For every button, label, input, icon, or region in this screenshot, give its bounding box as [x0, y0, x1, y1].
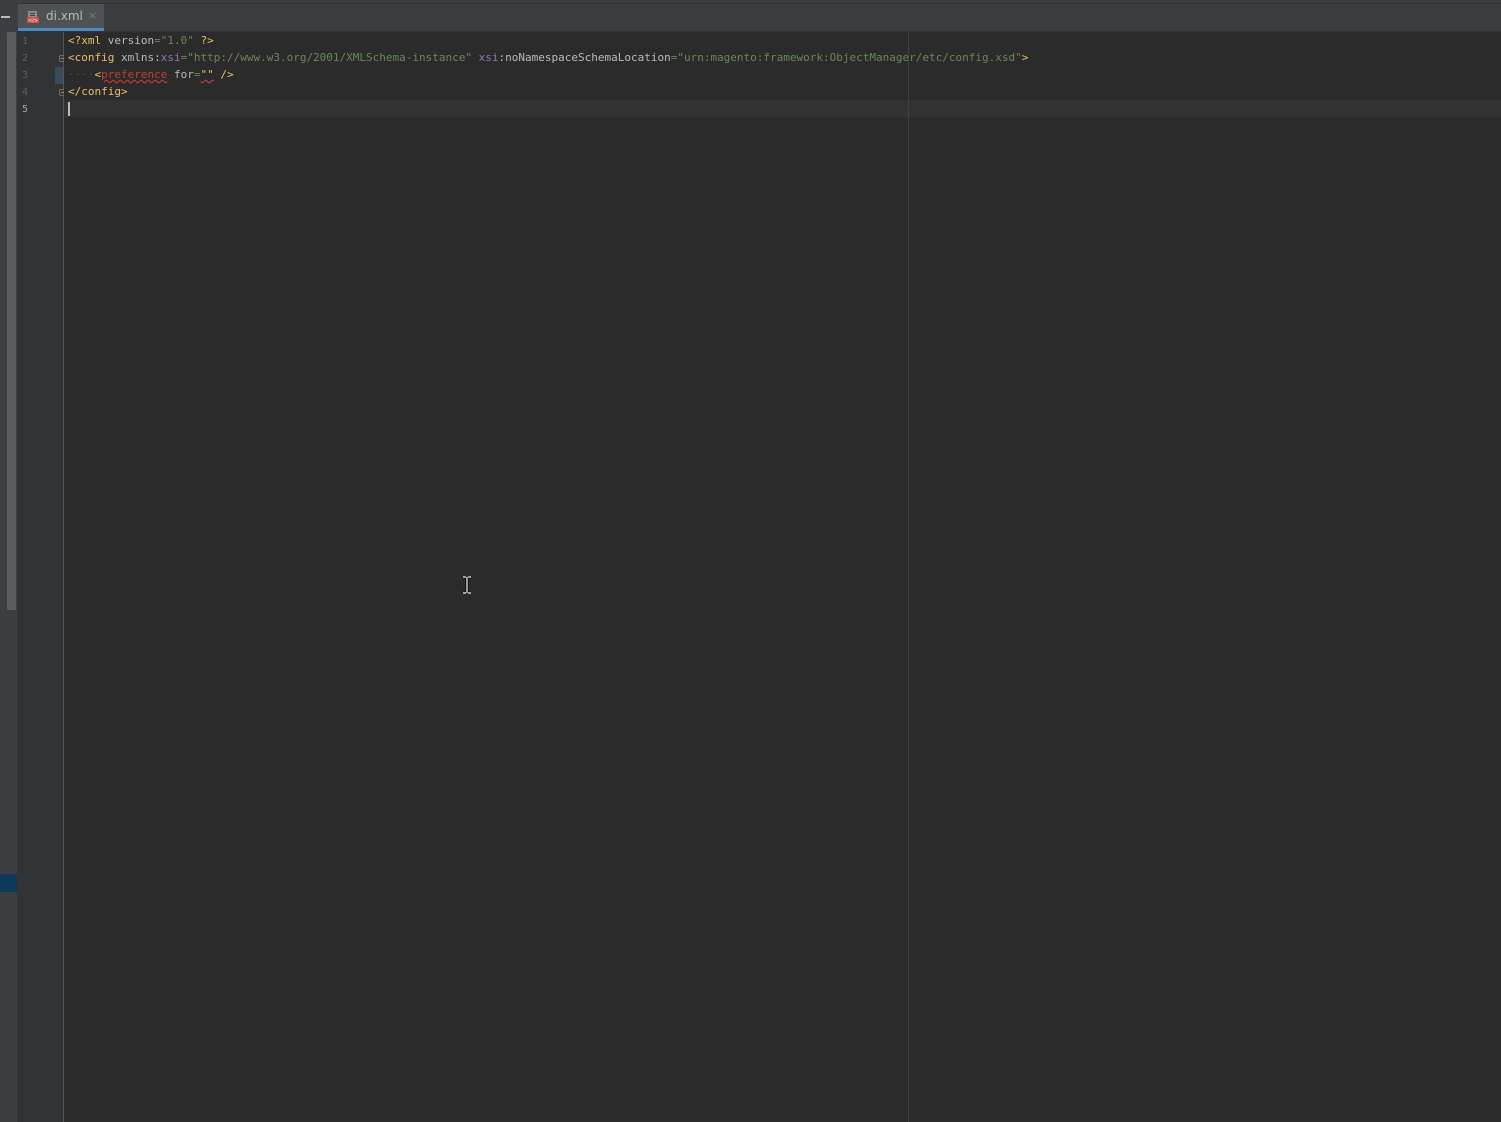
attribute-value: "urn:magento:framework:ObjectManager/etc… — [677, 51, 1022, 64]
line-number: 3 — [22, 70, 29, 81]
attribute-name: xmlns — [120, 51, 155, 64]
attribute-value: "http://www.w3.org/2001/XMLSchema-instan… — [187, 51, 473, 64]
current-line-highlight — [64, 100, 1501, 117]
equals-sign: = — [154, 34, 161, 47]
tag-self-close: /> — [213, 68, 234, 81]
closing-tag: </config> — [68, 85, 128, 98]
selection-marker — [0, 874, 17, 892]
namespace-colon: : — [154, 51, 161, 64]
tag-open: <config — [68, 51, 121, 64]
error-attribute-value: "" — [200, 68, 214, 81]
error-tag-name: preference — [101, 68, 168, 81]
tab-bar-divider — [17, 3, 1501, 4]
svg-text:</>: </> — [28, 18, 38, 24]
minimize-icon[interactable] — [1, 16, 10, 18]
code-line-4: </config> — [68, 83, 128, 100]
line-number: 1 — [22, 36, 29, 47]
tag-close: > — [1021, 51, 1029, 64]
change-marker — [55, 67, 63, 84]
xml-declaration-open: <?xml — [68, 34, 108, 47]
close-icon[interactable]: × — [88, 10, 98, 22]
tab-label: di.xml — [46, 9, 83, 23]
code-line-3: ····<preference for="" /> — [68, 66, 234, 83]
attribute-name: for — [167, 68, 194, 81]
xml-declaration-close: ?> — [193, 34, 214, 47]
attribute-name: :noNamespaceSchemaLocation — [498, 51, 671, 64]
code-line-2: <config xmlns:xsi="http://www.w3.org/200… — [68, 49, 1028, 66]
xml-file-icon: </> — [27, 11, 39, 24]
attribute-value: "1.0" — [160, 34, 194, 47]
active-tab-indicator — [18, 28, 104, 31]
right-margin-guide — [908, 32, 909, 1122]
scrollbar-thumb[interactable] — [7, 32, 16, 610]
code-line-1: <?xml version="1.0" ?> — [68, 32, 214, 49]
attribute-name: version — [107, 34, 155, 47]
indent-guide: ···· — [68, 68, 95, 81]
code-editor[interactable]: <?xml version="1.0" ?> <config xmlns:xsi… — [64, 32, 1501, 1122]
line-number-current: 5 — [22, 104, 29, 115]
line-number: 4 — [22, 87, 29, 98]
left-tool-strip — [0, 0, 18, 1122]
namespace-prefix: xsi — [478, 51, 499, 64]
editor-tab-bar: </> di.xml × — [17, 0, 1501, 32]
text-cursor-icon — [463, 576, 471, 594]
ide-window: </> di.xml × 1 2 3 4 5 <?xml version="1.… — [0, 0, 1501, 1122]
line-number: 2 — [22, 53, 29, 64]
namespace-prefix: xsi — [160, 51, 181, 64]
text-caret — [68, 102, 70, 116]
line-number-gutter[interactable]: 1 2 3 4 5 — [18, 32, 66, 1122]
tab-di-xml[interactable]: </> di.xml × — [18, 4, 104, 31]
